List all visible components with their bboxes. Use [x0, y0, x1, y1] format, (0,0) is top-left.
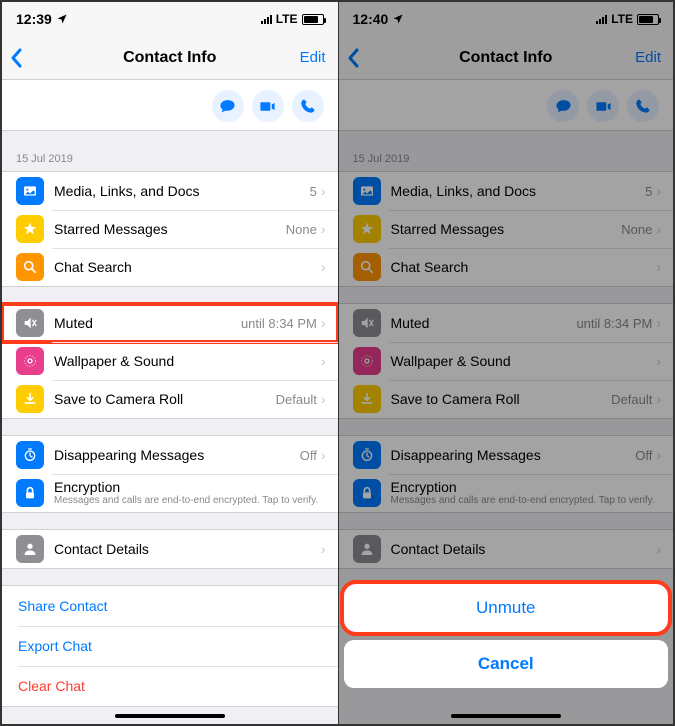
home-indicator[interactable]: [451, 714, 561, 718]
row-label: Starred Messages: [54, 221, 286, 237]
signal-icon: [261, 14, 272, 24]
lock-icon: [16, 479, 44, 507]
row-value: None: [286, 222, 317, 237]
row-wallpaper[interactable]: Wallpaper & Sound ›: [2, 342, 338, 380]
row-label: Chat Search: [54, 259, 321, 275]
row-sublabel: Messages and calls are end-to-end encryp…: [54, 495, 326, 507]
row-label: Contact Details: [54, 541, 321, 557]
audio-call-button[interactable]: [292, 90, 324, 122]
back-button[interactable]: [10, 48, 22, 68]
row-muted[interactable]: Muted until 8:34 PM ›: [2, 304, 338, 342]
unmute-button[interactable]: Unmute: [344, 584, 669, 632]
edit-button[interactable]: Edit: [300, 49, 326, 66]
group-media: Media, Links, and Docs 5 › Starred Messa…: [2, 171, 338, 287]
group-actions: Share Contact Export Chat Clear Chat: [2, 585, 338, 707]
date-label: 15 Jul 2019: [2, 131, 338, 171]
left-screenshot: 12:39 LTE Contact Info Edit: [2, 2, 338, 724]
download-icon: [16, 385, 44, 413]
row-value: Default: [276, 392, 317, 407]
chevron-right-icon: ›: [321, 221, 326, 237]
star-icon: [16, 215, 44, 243]
row-contact-details[interactable]: Contact Details ›: [2, 530, 338, 568]
chevron-right-icon: ›: [321, 447, 326, 463]
action-sheet: Unmute Cancel: [344, 576, 669, 688]
row-label: Media, Links, and Docs: [54, 183, 310, 199]
row-label: Wallpaper & Sound: [54, 353, 321, 369]
row-search[interactable]: Chat Search ›: [2, 248, 338, 286]
row-value: until 8:34 PM: [241, 316, 317, 331]
home-indicator[interactable]: [115, 714, 225, 718]
chevron-left-icon: [10, 48, 22, 68]
row-label: Muted: [54, 315, 241, 331]
video-call-button[interactable]: [252, 90, 284, 122]
message-icon: [219, 98, 236, 115]
chevron-right-icon: ›: [321, 391, 326, 407]
message-button[interactable]: [212, 90, 244, 122]
group-contact: Contact Details ›: [2, 529, 338, 569]
row-starred[interactable]: Starred Messages None ›: [2, 210, 338, 248]
timer-icon: [16, 441, 44, 469]
chevron-right-icon: ›: [321, 353, 326, 369]
video-icon: [259, 98, 276, 115]
chevron-right-icon: ›: [321, 315, 326, 331]
page-title: Contact Info: [123, 49, 216, 67]
chevron-right-icon: ›: [321, 183, 326, 199]
right-screenshot: 12:40 LTE Contact Info Edit 15 Jul 2: [338, 2, 674, 724]
row-value: 5: [310, 184, 317, 199]
mute-icon: [16, 309, 44, 337]
row-value: Off: [300, 448, 317, 463]
chevron-right-icon: ›: [321, 259, 326, 275]
battery-icon: [302, 14, 324, 25]
status-network: LTE: [276, 12, 298, 26]
person-icon: [16, 535, 44, 563]
cancel-button[interactable]: Cancel: [344, 640, 669, 688]
chevron-right-icon: ›: [321, 541, 326, 557]
row-media[interactable]: Media, Links, and Docs 5 ›: [2, 172, 338, 210]
row-label: Disappearing Messages: [54, 447, 300, 463]
search-icon: [16, 253, 44, 281]
row-label: Encryption: [54, 479, 326, 495]
phone-icon: [300, 98, 316, 114]
contact-header: [2, 80, 338, 131]
share-contact-button[interactable]: Share Contact: [2, 586, 338, 626]
status-time: 12:39: [16, 11, 52, 27]
row-label: Save to Camera Roll: [54, 391, 276, 407]
group-settings: Muted until 8:34 PM › Wallpaper & Sound …: [2, 303, 338, 419]
clear-chat-button[interactable]: Clear Chat: [2, 666, 338, 706]
location-icon: [56, 13, 68, 25]
export-chat-button[interactable]: Export Chat: [2, 626, 338, 666]
nav-bar: Contact Info Edit: [2, 36, 338, 80]
wallpaper-icon: [16, 347, 44, 375]
row-encryption[interactable]: Encryption Messages and calls are end-to…: [2, 474, 338, 512]
media-icon: [16, 177, 44, 205]
group-privacy: Disappearing Messages Off › Encryption M…: [2, 435, 338, 513]
row-disappearing[interactable]: Disappearing Messages Off ›: [2, 436, 338, 474]
status-bar: 12:39 LTE: [2, 2, 338, 36]
row-save-camera[interactable]: Save to Camera Roll Default ›: [2, 380, 338, 418]
